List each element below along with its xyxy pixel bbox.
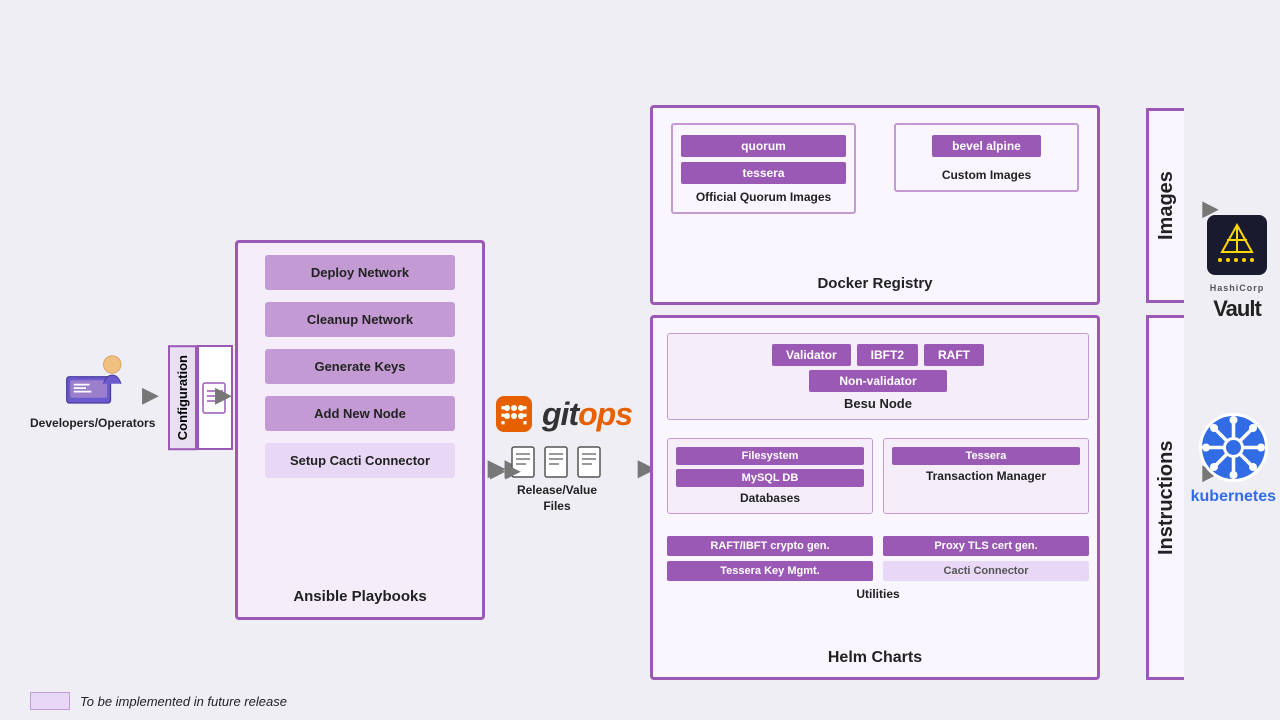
vault-section: HashiCorp Vault bbox=[1202, 210, 1272, 322]
proxy-tls-chip: Proxy TLS cert gen. bbox=[883, 536, 1089, 556]
utilities-label: Utilities bbox=[667, 587, 1089, 601]
ibft2-chip: IBFT2 bbox=[857, 344, 918, 366]
release-files-section: Release/ValueFiles bbox=[510, 445, 604, 514]
raft-ibft-crypto-chip: RAFT/IBFT crypto gen. bbox=[667, 536, 873, 556]
filesystem-chip: Filesystem bbox=[676, 447, 864, 465]
quorum-chip: quorum bbox=[681, 135, 846, 157]
release-files-label: Release/ValueFiles bbox=[517, 483, 597, 514]
developer-icon bbox=[58, 340, 128, 410]
legend-color-box bbox=[30, 692, 70, 710]
arrow-dev-config: ▶ bbox=[142, 382, 159, 408]
gitops-section: ⋮⋮ gitops bbox=[490, 390, 632, 438]
kubernetes-icon bbox=[1196, 410, 1271, 485]
besu-node-title: Besu Node bbox=[678, 396, 1078, 411]
cleanup-network-button[interactable]: Cleanup Network bbox=[265, 302, 455, 337]
mysql-chip: MySQL DB bbox=[676, 469, 864, 487]
raft-chip: RAFT bbox=[924, 344, 984, 366]
double-arrow-left: ▶▶ bbox=[490, 458, 521, 483]
vault-main-label: Vault bbox=[1213, 296, 1261, 322]
custom-images-label: Custom Images bbox=[942, 168, 1031, 182]
developer-label: Developers/Operators bbox=[30, 416, 155, 430]
generate-keys-button[interactable]: Generate Keys bbox=[265, 349, 455, 384]
kubernetes-label: kubernetes bbox=[1191, 488, 1276, 506]
images-side-label: Images bbox=[1146, 108, 1184, 303]
custom-images-section: bevel alpine Custom Images bbox=[894, 123, 1079, 192]
databases-box: Filesystem MySQL DB Databases bbox=[667, 438, 873, 514]
diagram-container: Developers/Operators ▶ Configuration ▶ D… bbox=[0, 0, 1280, 720]
utilities-chips-row: RAFT/IBFT crypto gen. Tessera Key Mgmt. … bbox=[667, 536, 1089, 581]
gitops-text: gitops bbox=[542, 396, 632, 433]
besu-node-section: Validator IBFT2 RAFT Non-validator Besu … bbox=[667, 333, 1089, 420]
non-validator-row: Non-validator bbox=[678, 370, 1078, 392]
besu-node-box: Validator IBFT2 RAFT Non-validator Besu … bbox=[667, 333, 1089, 420]
validator-chip: Validator bbox=[772, 344, 851, 366]
databases-label: Databases bbox=[676, 491, 864, 505]
legend-section: To be implemented in future release bbox=[30, 692, 287, 710]
legend-text: To be implemented in future release bbox=[80, 694, 287, 709]
tessera-chip: tessera bbox=[681, 162, 846, 184]
gitops-icon: ⋮⋮ bbox=[490, 390, 538, 438]
ansible-playbooks-title: Ansible Playbooks bbox=[238, 588, 482, 605]
arrow-config-ansible: ▶ bbox=[215, 382, 232, 408]
utilities-section: RAFT/IBFT crypto gen. Tessera Key Mgmt. … bbox=[667, 536, 1089, 601]
file-icons-row bbox=[510, 445, 604, 479]
bevel-alpine-chip: bevel alpine bbox=[932, 135, 1041, 157]
file-icon-3 bbox=[576, 445, 604, 479]
cacti-connector-chip: Cacti Connector bbox=[883, 561, 1089, 581]
kubernetes-section: kubernetes bbox=[1191, 410, 1276, 506]
setup-cacti-button[interactable]: Setup Cacti Connector bbox=[265, 443, 455, 478]
gitops-logo: ⋮⋮ gitops bbox=[490, 390, 632, 438]
vault-sub-label: HashiCorp bbox=[1210, 283, 1265, 293]
db-tm-row: Filesystem MySQL DB Databases Tessera Tr… bbox=[667, 438, 1089, 514]
official-quorum-label: Official Quorum Images bbox=[681, 190, 846, 204]
docker-registry-title: Docker Registry bbox=[653, 275, 1097, 292]
tessera-key-mgmt-chip: Tessera Key Mgmt. bbox=[667, 561, 873, 581]
add-new-node-button[interactable]: Add New Node bbox=[265, 396, 455, 431]
utilities-right: Proxy TLS cert gen. Cacti Connector bbox=[883, 536, 1089, 581]
official-quorum-section: quorum tessera Official Quorum Images bbox=[671, 123, 856, 214]
helm-charts-title: Helm Charts bbox=[653, 649, 1097, 667]
file-icon-2 bbox=[543, 445, 571, 479]
vault-icon bbox=[1202, 210, 1272, 280]
transaction-manager-label: Transaction Manager bbox=[892, 469, 1080, 483]
besu-chips-row: Validator IBFT2 RAFT bbox=[678, 344, 1078, 366]
developer-section: Developers/Operators bbox=[30, 340, 155, 430]
helm-charts-box: Validator IBFT2 RAFT Non-validator Besu … bbox=[650, 315, 1100, 680]
instructions-side-label: Instructions bbox=[1146, 315, 1184, 680]
utilities-left: RAFT/IBFT crypto gen. Tessera Key Mgmt. bbox=[667, 536, 873, 581]
deploy-network-button[interactable]: Deploy Network bbox=[265, 255, 455, 290]
config-label: Configuration bbox=[168, 345, 197, 450]
docker-registry-box: quorum tessera Official Quorum Images be… bbox=[650, 105, 1100, 305]
tessera-tm-chip: Tessera bbox=[892, 447, 1080, 465]
ansible-playbooks-box: Deploy Network Cleanup Network Generate … bbox=[235, 240, 485, 620]
non-validator-chip: Non-validator bbox=[809, 370, 946, 392]
transaction-manager-box: Tessera Transaction Manager bbox=[883, 438, 1089, 514]
